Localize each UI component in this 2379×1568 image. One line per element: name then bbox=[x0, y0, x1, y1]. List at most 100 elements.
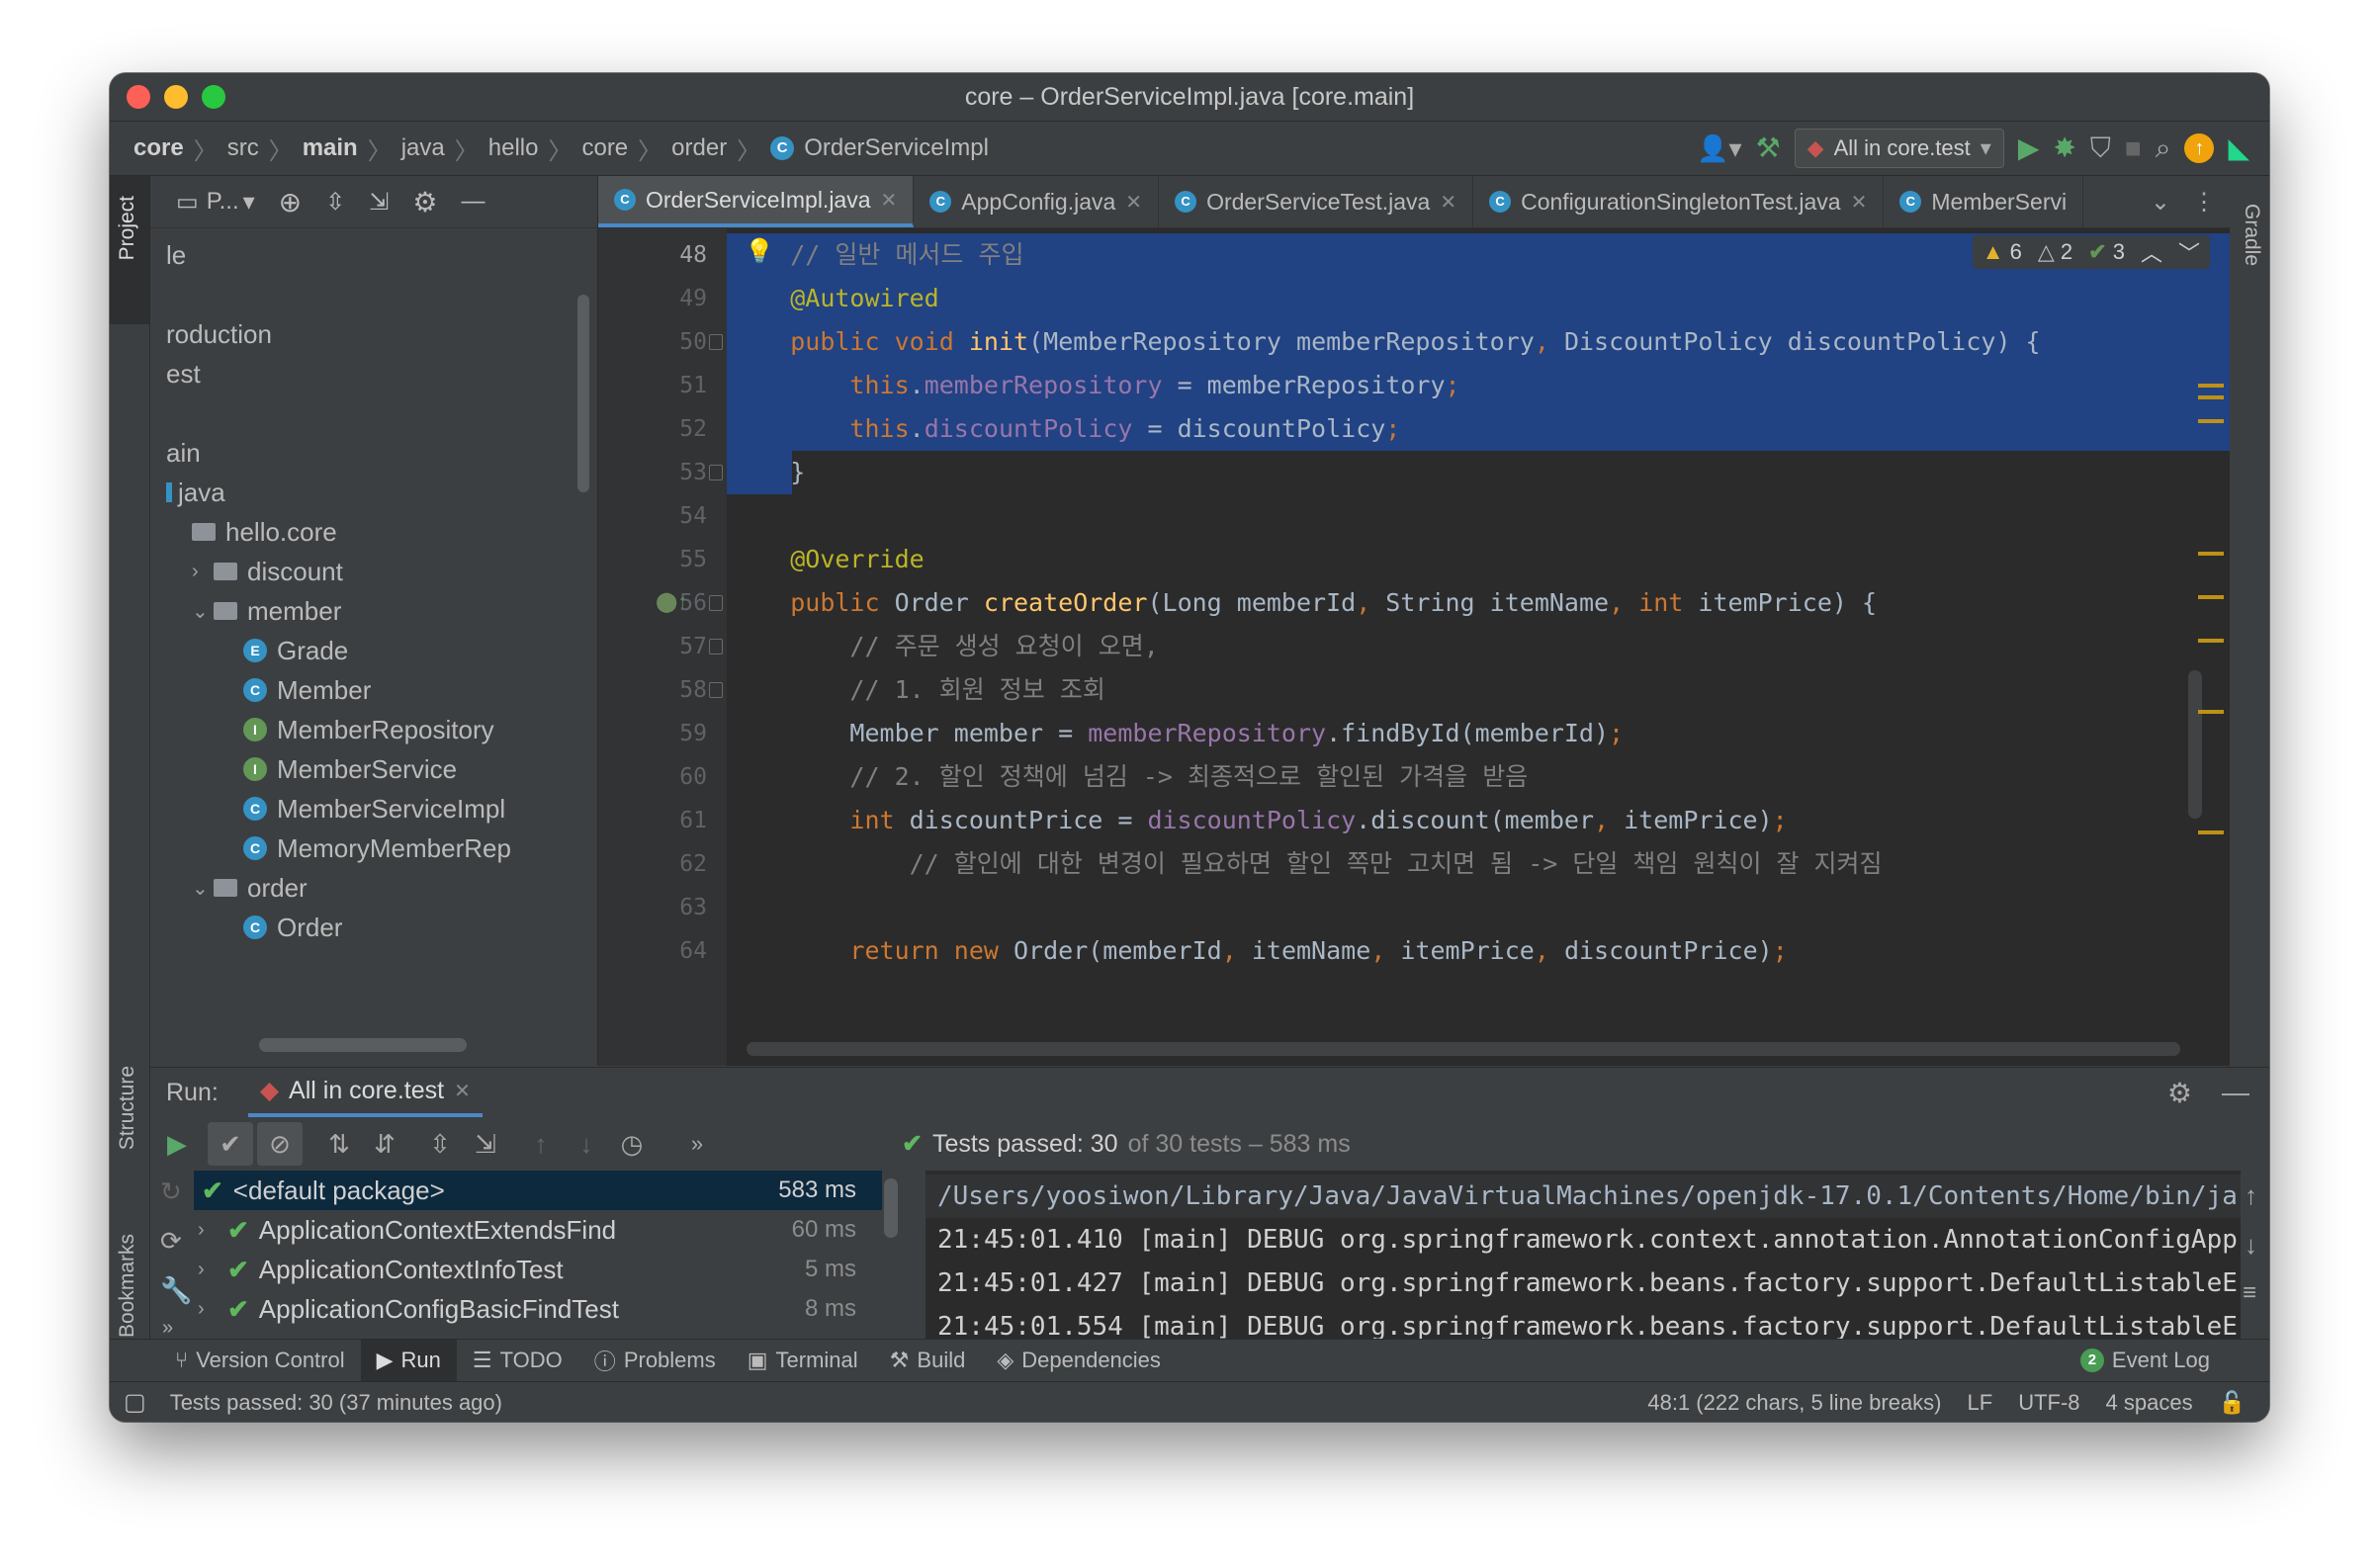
editor-tab[interactable]: C ConfigurationSingletonTest.java ✕ bbox=[1473, 176, 1885, 227]
user-icon[interactable]: 👤▾ bbox=[1697, 135, 1741, 161]
close-icon[interactable]: ✕ bbox=[1125, 190, 1142, 215]
test-tree-scrollbar[interactable] bbox=[884, 1178, 898, 1238]
tree-item[interactable]: roduction bbox=[150, 314, 597, 354]
close-icon[interactable]: ✕ bbox=[881, 188, 898, 213]
tree-vertical-scrollbar[interactable] bbox=[577, 295, 589, 492]
editor-tab[interactable]: C MemberServi bbox=[1884, 176, 2084, 227]
warning-stripe-mark[interactable] bbox=[2198, 710, 2224, 714]
breadcrumb-item[interactable]: java bbox=[401, 134, 445, 162]
gear-icon[interactable]: ⚙ bbox=[412, 186, 437, 218]
tree-item[interactable]: ⌄ order bbox=[150, 868, 597, 908]
gradle-tool-button[interactable]: Gradle bbox=[2240, 204, 2263, 266]
run-icon[interactable]: ▶ bbox=[2018, 134, 2040, 162]
tree-item[interactable]: hello.core bbox=[150, 512, 597, 552]
build-hammer-icon[interactable]: ⚒ bbox=[1756, 134, 1781, 162]
more-icon[interactable]: ⋮ bbox=[2192, 188, 2216, 217]
tree-item[interactable]: I MemberService bbox=[150, 749, 597, 789]
code-with-me-icon[interactable]: ◣ bbox=[2228, 134, 2249, 162]
tree-item[interactable]: C MemberServiceImpl bbox=[150, 789, 597, 828]
next-highlight-icon[interactable]: ﹀ bbox=[2178, 236, 2200, 268]
tree-item[interactable]: ain bbox=[150, 433, 597, 473]
previous-highlight-icon[interactable]: ︿ bbox=[2141, 236, 2162, 268]
tree-item[interactable]: le bbox=[150, 235, 597, 275]
tool-button-dependencies[interactable]: ◈ Dependencies bbox=[981, 1340, 1177, 1381]
run-configuration-select[interactable]: ◆ All in core.test ▾ bbox=[1794, 129, 2004, 168]
fold-marker-icon[interactable] bbox=[709, 595, 723, 611]
close-icon[interactable]: ✕ bbox=[1851, 190, 1868, 215]
warning-stripe-mark[interactable] bbox=[2198, 419, 2224, 423]
editor-vertical-scrollbar[interactable] bbox=[2188, 670, 2202, 819]
structure-tool-button[interactable]: Structure bbox=[116, 1066, 139, 1150]
tree-item[interactable] bbox=[150, 393, 597, 433]
next-failed-icon[interactable]: ↓ bbox=[564, 1122, 609, 1166]
test-node[interactable]: ✔ <default package> 583 ms bbox=[194, 1171, 882, 1210]
coverage-icon[interactable]: ⛉ bbox=[2090, 134, 2111, 162]
close-icon[interactable]: ✕ bbox=[1440, 190, 1456, 215]
rerun-icon[interactable]: ▶ bbox=[154, 1122, 200, 1166]
scroll-up-icon[interactable]: ↑ bbox=[2245, 1180, 2257, 1211]
tree-horizontal-scrollbar[interactable] bbox=[259, 1038, 467, 1052]
event-log-button[interactable]: 2 Event Log bbox=[2079, 1340, 2210, 1381]
warning-stripe-mark[interactable] bbox=[2198, 552, 2224, 556]
soft-wrap-icon[interactable]: ≡ bbox=[2243, 1279, 2256, 1307]
file-encoding[interactable]: UTF-8 bbox=[2018, 1390, 2079, 1416]
wrench-icon[interactable]: 🔧 bbox=[160, 1275, 192, 1306]
sort-duration-icon[interactable]: ⇵ bbox=[362, 1122, 407, 1166]
run-tab[interactable]: ◆ All in core.test ✕ bbox=[247, 1068, 483, 1117]
warning-stripe-mark[interactable] bbox=[2198, 595, 2224, 599]
tool-button-run[interactable]: ▶ Run bbox=[360, 1340, 457, 1381]
hide-panel-icon[interactable]: — bbox=[2222, 1077, 2249, 1108]
editor-tab[interactable]: C OrderServiceImpl.java ✕ bbox=[598, 176, 915, 227]
chevron-down-icon[interactable]: ⌄ bbox=[192, 876, 214, 901]
update-icon[interactable]: ↑ bbox=[2184, 133, 2215, 163]
tool-button-todo[interactable]: ☰ TODO bbox=[457, 1340, 578, 1381]
breadcrumb-item[interactable]: OrderServiceImpl bbox=[804, 134, 989, 162]
tree-item[interactable]: I MemberRepository bbox=[150, 710, 597, 749]
warning-stripe-mark[interactable] bbox=[2198, 830, 2224, 834]
show-passed-icon[interactable]: ✔ bbox=[208, 1122, 253, 1166]
stop-icon[interactable]: ■ bbox=[2125, 134, 2142, 162]
fold-marker-icon[interactable] bbox=[709, 465, 723, 480]
tree-item[interactable]: E Grade bbox=[150, 631, 597, 670]
restore-layout-icon[interactable]: ⟳ bbox=[160, 1226, 182, 1257]
breadcrumb-item[interactable]: core bbox=[133, 134, 184, 162]
close-icon[interactable]: ✕ bbox=[454, 1079, 471, 1103]
expand-all-icon[interactable]: ⇳ bbox=[325, 188, 345, 217]
debug-icon[interactable]: ✸ bbox=[2053, 134, 2075, 162]
chevron-down-icon[interactable]: ⌄ bbox=[2151, 188, 2170, 217]
toggle-tool-windows-icon[interactable]: ▢ bbox=[124, 1388, 146, 1417]
line-separator[interactable]: LF bbox=[1968, 1390, 1993, 1416]
tool-button-problems[interactable]: ⓘ Problems bbox=[578, 1340, 732, 1381]
fold-marker-icon[interactable] bbox=[709, 334, 723, 350]
test-node[interactable]: › ✔ ApplicationConfigBasicFindTest 8 ms bbox=[194, 1289, 882, 1329]
hide-panel-icon[interactable]: — bbox=[461, 188, 485, 216]
breadcrumb-item[interactable]: src bbox=[227, 134, 259, 162]
collapse-all-icon[interactable]: ⇲ bbox=[369, 188, 389, 217]
breadcrumb-item[interactable]: core bbox=[581, 134, 628, 162]
test-node[interactable]: › ✔ ApplicationContextInfoTest 5 ms bbox=[194, 1250, 882, 1289]
more-actions-icon[interactable]: » bbox=[674, 1122, 720, 1166]
tree-item[interactable]: C Member bbox=[150, 670, 597, 710]
expand-all-icon[interactable]: ⇳ bbox=[417, 1122, 463, 1166]
project-view-select[interactable]: ▭ P... ▾ bbox=[176, 188, 255, 217]
tree-item[interactable]: C Order bbox=[150, 908, 597, 947]
gear-icon[interactable]: ⚙ bbox=[2167, 1077, 2192, 1109]
indent-setting[interactable]: 4 spaces bbox=[2106, 1390, 2193, 1416]
editor-tab[interactable]: C AppConfig.java ✕ bbox=[914, 176, 1160, 227]
override-gutter-icon[interactable]: ⬤↑ bbox=[656, 589, 687, 614]
breadcrumb-item[interactable]: order bbox=[671, 134, 727, 162]
previous-failed-icon[interactable]: ↑ bbox=[518, 1122, 564, 1166]
editor-horizontal-scrollbar[interactable] bbox=[747, 1042, 2180, 1056]
toggle-auto-test-icon[interactable]: ↻ bbox=[160, 1176, 182, 1207]
warning-stripe-mark[interactable] bbox=[2198, 639, 2224, 643]
show-ignored-icon[interactable]: ⊘ bbox=[257, 1122, 303, 1166]
tree-item[interactable]: java bbox=[150, 473, 597, 512]
code-area[interactable]: 💡 // 일반 메서드 주입 @Autowired public void in… bbox=[727, 227, 2230, 1066]
chevron-right-icon[interactable]: › bbox=[198, 1298, 220, 1321]
breadcrumb-item[interactable]: main bbox=[303, 134, 358, 162]
console-output[interactable]: /Users/yoosiwon/Library/Java/JavaVirtual… bbox=[925, 1171, 2241, 1339]
warning-stripe-mark[interactable] bbox=[2198, 395, 2224, 399]
warning-stripe-mark[interactable] bbox=[2198, 384, 2224, 388]
more-actions-icon[interactable]: » bbox=[162, 1317, 173, 1340]
tree-item[interactable]: C MemoryMemberRep bbox=[150, 828, 597, 868]
